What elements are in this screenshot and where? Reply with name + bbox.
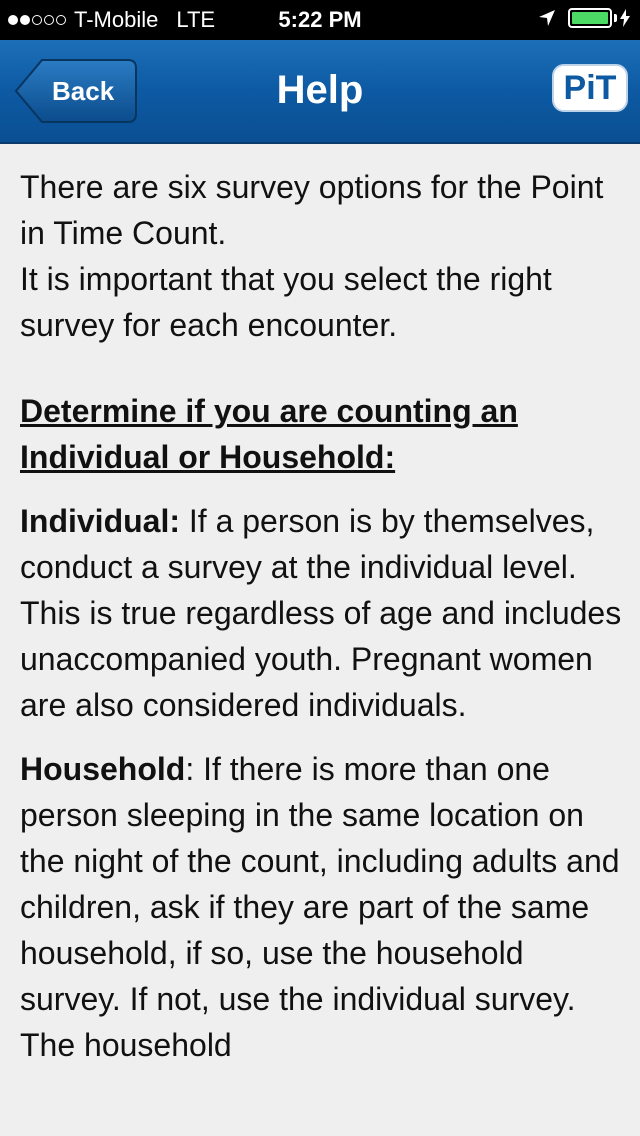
household-description: : If there is more than one person sleep… bbox=[20, 751, 620, 1063]
status-bar: T-Mobile LTE 5:22 PM bbox=[0, 0, 640, 40]
battery-icon bbox=[568, 8, 612, 28]
status-right bbox=[538, 8, 630, 28]
pit-logo: PiT bbox=[552, 64, 628, 112]
navigation-bar: Back Help PiT bbox=[0, 40, 640, 144]
household-paragraph: Household: If there is more than one per… bbox=[20, 746, 625, 1068]
household-term: Household bbox=[20, 751, 186, 787]
help-content: There are six survey options for the Poi… bbox=[20, 164, 625, 1086]
section-heading: Determine if you are counting an Individ… bbox=[20, 393, 518, 475]
intro-text: There are six survey options for the Poi… bbox=[20, 164, 625, 348]
individual-term: Individual: bbox=[20, 503, 180, 539]
battery-level bbox=[572, 12, 608, 24]
location-arrow-icon bbox=[539, 10, 555, 26]
intro-line-2: It is important that you select the righ… bbox=[20, 261, 552, 343]
battery-cap bbox=[614, 14, 617, 22]
intro-line-1: There are six survey options for the Poi… bbox=[20, 169, 604, 251]
charging-bolt-icon bbox=[620, 9, 630, 27]
page-title: Help bbox=[276, 68, 364, 112]
individual-paragraph: Individual: If a person is by themselves… bbox=[20, 498, 625, 728]
